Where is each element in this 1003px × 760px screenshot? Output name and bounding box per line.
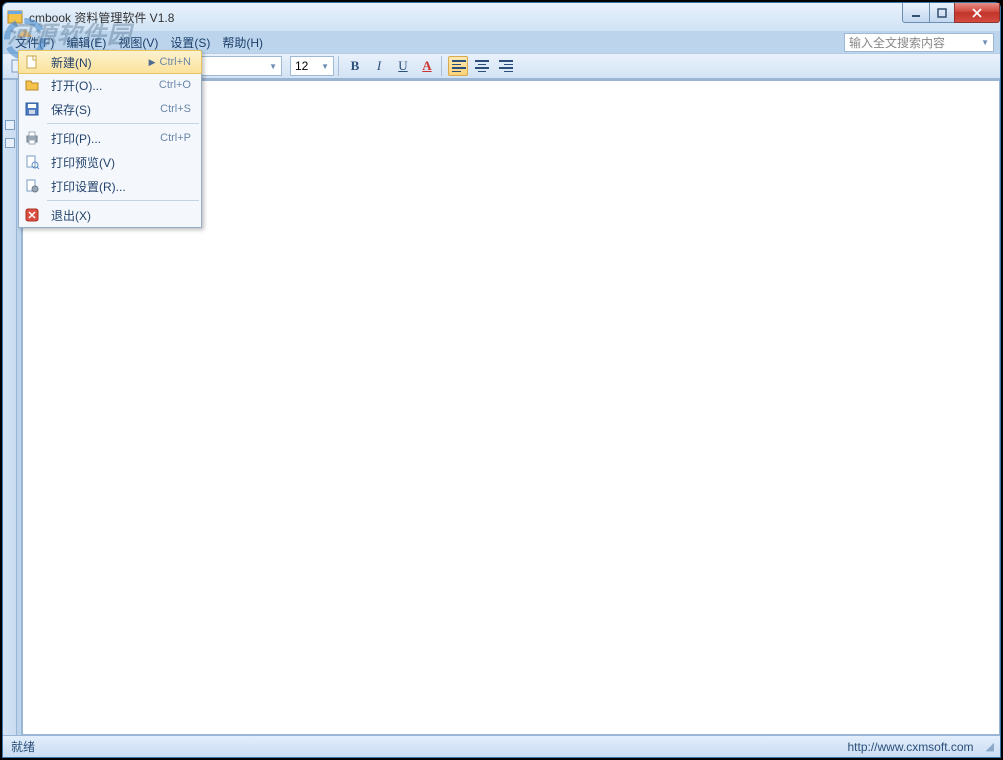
status-url: http://www.cxmsoft.com bbox=[848, 740, 974, 754]
menu-item-exit[interactable]: 退出(X) bbox=[19, 203, 201, 227]
menu-shortcut: Ctrl+S bbox=[160, 103, 191, 115]
close-button[interactable] bbox=[954, 3, 1000, 23]
align-left-button[interactable] bbox=[448, 56, 468, 76]
menu-label: 打印(P)... bbox=[51, 130, 101, 147]
search-placeholder: 输入全文搜索内容 bbox=[849, 34, 945, 51]
menu-separator bbox=[47, 200, 199, 201]
menu-item-print-preview[interactable]: 打印预览(V) bbox=[19, 150, 201, 174]
new-file-icon bbox=[24, 54, 40, 70]
submenu-arrow-icon: ▶ bbox=[149, 57, 156, 68]
font-color-button[interactable]: A bbox=[417, 56, 437, 76]
print-icon bbox=[24, 130, 40, 146]
underline-button[interactable]: U bbox=[393, 56, 413, 76]
menu-separator bbox=[47, 123, 199, 124]
chevron-down-icon: ▼ bbox=[321, 62, 329, 71]
menu-item-print-setup[interactable]: 打印设置(R)... bbox=[19, 174, 201, 198]
menu-shortcut: Ctrl+N bbox=[160, 56, 191, 68]
menu-label: 打开(O)... bbox=[51, 77, 102, 94]
menu-shortcut: Ctrl+P bbox=[160, 132, 191, 144]
file-menu-dropdown: 新建(N) ▶ Ctrl+N 打开(O)... Ctrl+O 保存(S) Ctr… bbox=[18, 50, 202, 228]
menu-label: 打印设置(R)... bbox=[51, 178, 126, 195]
menu-item-open[interactable]: 打开(O)... Ctrl+O bbox=[19, 73, 201, 97]
menu-item-new[interactable]: 新建(N) ▶ Ctrl+N bbox=[18, 50, 202, 74]
menu-label: 保存(S) bbox=[51, 101, 91, 118]
side-panel bbox=[3, 80, 17, 735]
menu-label: 新建(N) bbox=[51, 54, 92, 71]
menu-help[interactable]: 帮助(H) bbox=[216, 32, 269, 53]
maximize-button[interactable] bbox=[929, 3, 955, 23]
side-tab-2[interactable] bbox=[5, 138, 15, 148]
status-text: 就绪 bbox=[11, 738, 35, 755]
toolbar-separator bbox=[338, 56, 339, 76]
bold-button[interactable]: B bbox=[345, 56, 365, 76]
menu-item-save[interactable]: 保存(S) Ctrl+S bbox=[19, 97, 201, 121]
side-tab-1[interactable] bbox=[5, 120, 15, 130]
chevron-down-icon: ▼ bbox=[981, 38, 989, 47]
menu-label: 打印预览(V) bbox=[51, 154, 115, 171]
align-center-button[interactable] bbox=[472, 56, 492, 76]
window-title: cmbook 资料管理软件 V1.8 bbox=[29, 9, 174, 26]
align-right-button[interactable] bbox=[496, 56, 516, 76]
menu-shortcut: Ctrl+O bbox=[159, 79, 191, 91]
minimize-button[interactable] bbox=[902, 3, 930, 23]
open-folder-icon bbox=[24, 77, 40, 93]
font-size: 12 bbox=[295, 59, 308, 73]
search-input[interactable]: 输入全文搜索内容 ▼ bbox=[844, 33, 994, 52]
menu-item-print[interactable]: 打印(P)... Ctrl+P bbox=[19, 126, 201, 150]
statusbar: 就绪 http://www.cxmsoft.com ◢ bbox=[3, 735, 1000, 757]
italic-button[interactable]: I bbox=[369, 56, 389, 76]
print-setup-icon bbox=[24, 178, 40, 194]
menu-label: 退出(X) bbox=[51, 207, 91, 224]
toolbar-separator bbox=[441, 56, 442, 76]
titlebar: cmbook 资料管理软件 V1.8 bbox=[3, 3, 1000, 31]
save-icon bbox=[24, 101, 40, 117]
resize-grip[interactable]: ◢ bbox=[986, 740, 992, 753]
print-preview-icon bbox=[24, 154, 40, 170]
font-size-select[interactable]: 12 ▼ bbox=[290, 56, 334, 76]
app-icon bbox=[7, 9, 23, 25]
exit-icon bbox=[24, 207, 40, 223]
chevron-down-icon: ▼ bbox=[269, 62, 277, 71]
